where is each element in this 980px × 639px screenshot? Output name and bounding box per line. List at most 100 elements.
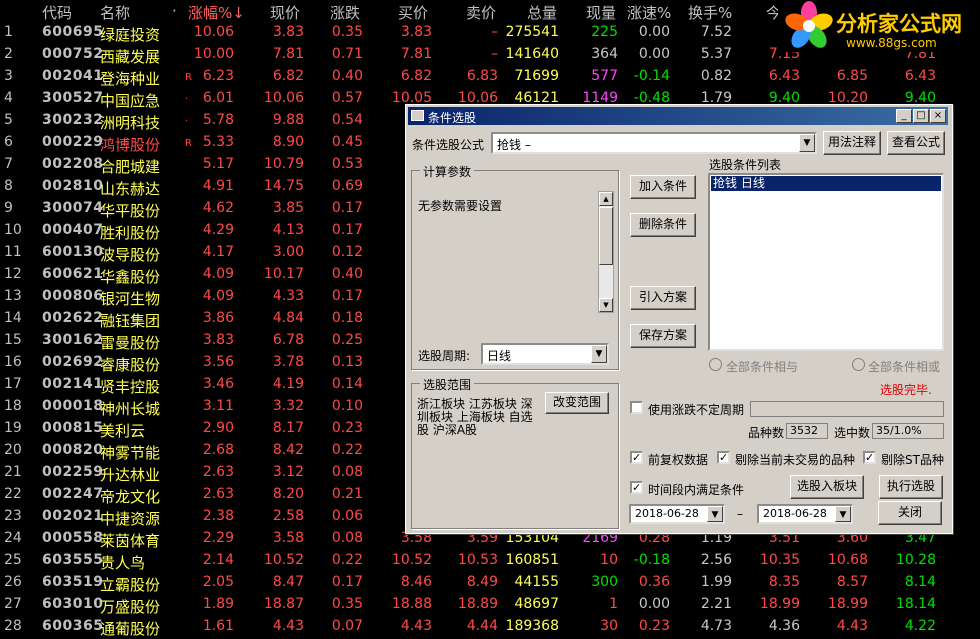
- current-volume: 577: [591, 68, 618, 84]
- pct-change: 5.17: [202, 156, 234, 172]
- dialog-titlebar[interactable]: 条件选股 _ □ ×: [408, 107, 948, 125]
- current-volume: 30: [600, 618, 618, 634]
- chevron-down-icon[interactable]: ▼: [799, 134, 815, 152]
- header-current-vol[interactable]: 现量: [586, 2, 616, 23]
- pct-change: 1.89: [202, 596, 234, 612]
- ask: 8.49: [466, 574, 498, 590]
- table-row[interactable]: 28 600365 通葡股份 1.61 4.43 0.07 4.43 4.44 189368 30…: [0, 616, 980, 638]
- notrade-checkbox[interactable]: ✓: [717, 451, 730, 464]
- price: 3.78: [272, 354, 304, 370]
- save-plan-button[interactable]: 保存方案: [630, 324, 696, 348]
- header-volume[interactable]: 总量: [527, 2, 557, 23]
- header-code[interactable]: 代码: [42, 2, 72, 23]
- header-change[interactable]: 涨跌: [330, 2, 360, 23]
- change: 0.10: [331, 398, 363, 414]
- minimize-icon[interactable]: _: [896, 109, 912, 123]
- change: 0.17: [331, 222, 363, 238]
- stock-code: 002021: [42, 508, 104, 524]
- range-satisfy-checkbox[interactable]: ✓: [630, 481, 643, 494]
- stock-code: 300074: [42, 200, 104, 216]
- run-select-button[interactable]: 执行选股: [879, 475, 943, 499]
- chevron-down-icon[interactable]: ▼: [591, 345, 607, 363]
- range-label: 选股范围: [420, 376, 475, 393]
- row-index: 22: [4, 486, 22, 502]
- condition-list-item[interactable]: 抢钱 日线: [711, 176, 941, 191]
- close-prev: 6.43: [904, 68, 936, 84]
- stock-name: 莱茵体育: [100, 532, 161, 550]
- row-index: 14: [4, 310, 22, 326]
- scroll-thumb[interactable]: [599, 207, 613, 265]
- volume: 275541: [505, 24, 559, 40]
- period-select[interactable]: 日线 ▼: [481, 343, 609, 365]
- st-checkbox[interactable]: ✓: [863, 451, 876, 464]
- fq-checkbox[interactable]: ✓: [630, 451, 643, 464]
- condition-list[interactable]: 抢钱 日线: [708, 173, 944, 351]
- close-button[interactable]: 关闭: [878, 501, 942, 525]
- stock-name: 中国应急: [100, 92, 161, 110]
- radio-all-and[interactable]: [709, 358, 722, 371]
- count-label: 品种数: [748, 426, 785, 440]
- params-scrollbar[interactable]: ▲ ▼: [598, 191, 614, 313]
- usage-help-button[interactable]: 用法注释: [823, 131, 881, 155]
- formula-select[interactable]: 抢钱 – ▼: [491, 132, 817, 154]
- stock-name: 登海种业: [100, 70, 161, 88]
- close-icon[interactable]: ×: [930, 109, 946, 123]
- maximize-icon[interactable]: □: [913, 109, 929, 123]
- high: 10.68: [827, 552, 868, 568]
- speed: 0.23: [638, 618, 670, 634]
- change: 0.23: [331, 420, 363, 436]
- date-from-picker[interactable]: 2018-06-28 ▼: [629, 504, 725, 524]
- view-formula-button[interactable]: 查看公式: [887, 131, 945, 155]
- price: 10.06: [263, 90, 304, 106]
- table-row[interactable]: 26 603519 立霸股份 2.05 8.47 0.17 8.46 8.49 44155 300…: [0, 572, 980, 594]
- header-pct[interactable]: 涨幅%↓: [188, 2, 245, 23]
- header-name[interactable]: 名称: [100, 2, 130, 23]
- open: 10.35: [759, 552, 800, 568]
- open: 4.36: [768, 618, 800, 634]
- price: 3.85: [272, 200, 304, 216]
- turnover: 2.56: [700, 552, 732, 568]
- stock-name: 绿庭投资: [100, 26, 161, 44]
- header-price[interactable]: 现价: [270, 2, 300, 23]
- price: 4.19: [272, 376, 304, 392]
- add-condition-button[interactable]: 加入条件: [630, 175, 696, 199]
- current-volume: 10: [600, 552, 618, 568]
- header-speed[interactable]: 涨速%: [627, 2, 671, 23]
- row-index: 7: [4, 156, 13, 172]
- stock-code: 002692: [42, 354, 104, 370]
- delete-condition-button[interactable]: 删除条件: [630, 213, 696, 237]
- stock-name: 西藏发展: [100, 48, 161, 66]
- stock-name: 神州长城: [100, 400, 161, 418]
- header-ask[interactable]: 卖价: [466, 2, 496, 23]
- volume: 160851: [505, 552, 559, 568]
- period-value: 日线: [487, 349, 512, 363]
- header-turnover[interactable]: 换手%: [688, 2, 732, 23]
- chevron-down-icon[interactable]: ▼: [707, 506, 723, 522]
- pct-change: 5.78: [202, 112, 234, 128]
- close-prev: 10.28: [895, 552, 936, 568]
- table-row[interactable]: 27 603010 万盛股份 1.89 18.87 0.35 18.88 18.89 48697…: [0, 594, 980, 616]
- date-to-picker[interactable]: 2018-06-28 ▼: [757, 504, 853, 524]
- ask: –: [491, 46, 498, 62]
- price: 8.90: [272, 134, 304, 150]
- import-plan-button[interactable]: 引入方案: [630, 286, 696, 310]
- row-index: 8: [4, 178, 13, 194]
- fq-label: 前复权数据: [648, 453, 709, 467]
- uncertain-period-field[interactable]: [750, 401, 944, 417]
- flower-logo-icon: [785, 1, 833, 48]
- scroll-down-icon[interactable]: ▼: [599, 298, 613, 312]
- table-row[interactable]: 25 603555 贵人鸟 2.14 10.52 0.22 10.52 10.53 160851…: [0, 550, 980, 572]
- radio-all-or[interactable]: [852, 358, 865, 371]
- header-bid[interactable]: 买价: [398, 2, 428, 23]
- chevron-down-icon[interactable]: ▼: [835, 506, 851, 522]
- date-separator: –: [737, 507, 743, 521]
- to-block-button[interactable]: 选股入板块: [790, 475, 864, 499]
- scroll-up-icon[interactable]: ▲: [599, 192, 613, 206]
- bid: 8.46: [400, 574, 432, 590]
- table-row[interactable]: 3 002041 登海种业 R 6.23 6.82 0.40 6.82 6.83 71699 577…: [0, 66, 980, 88]
- change: 0.17: [331, 574, 363, 590]
- change: 0.35: [331, 24, 363, 40]
- uncertain-period-checkbox[interactable]: [630, 401, 643, 414]
- row-index: 21: [4, 464, 22, 480]
- change-range-button[interactable]: 改变范围: [545, 392, 609, 414]
